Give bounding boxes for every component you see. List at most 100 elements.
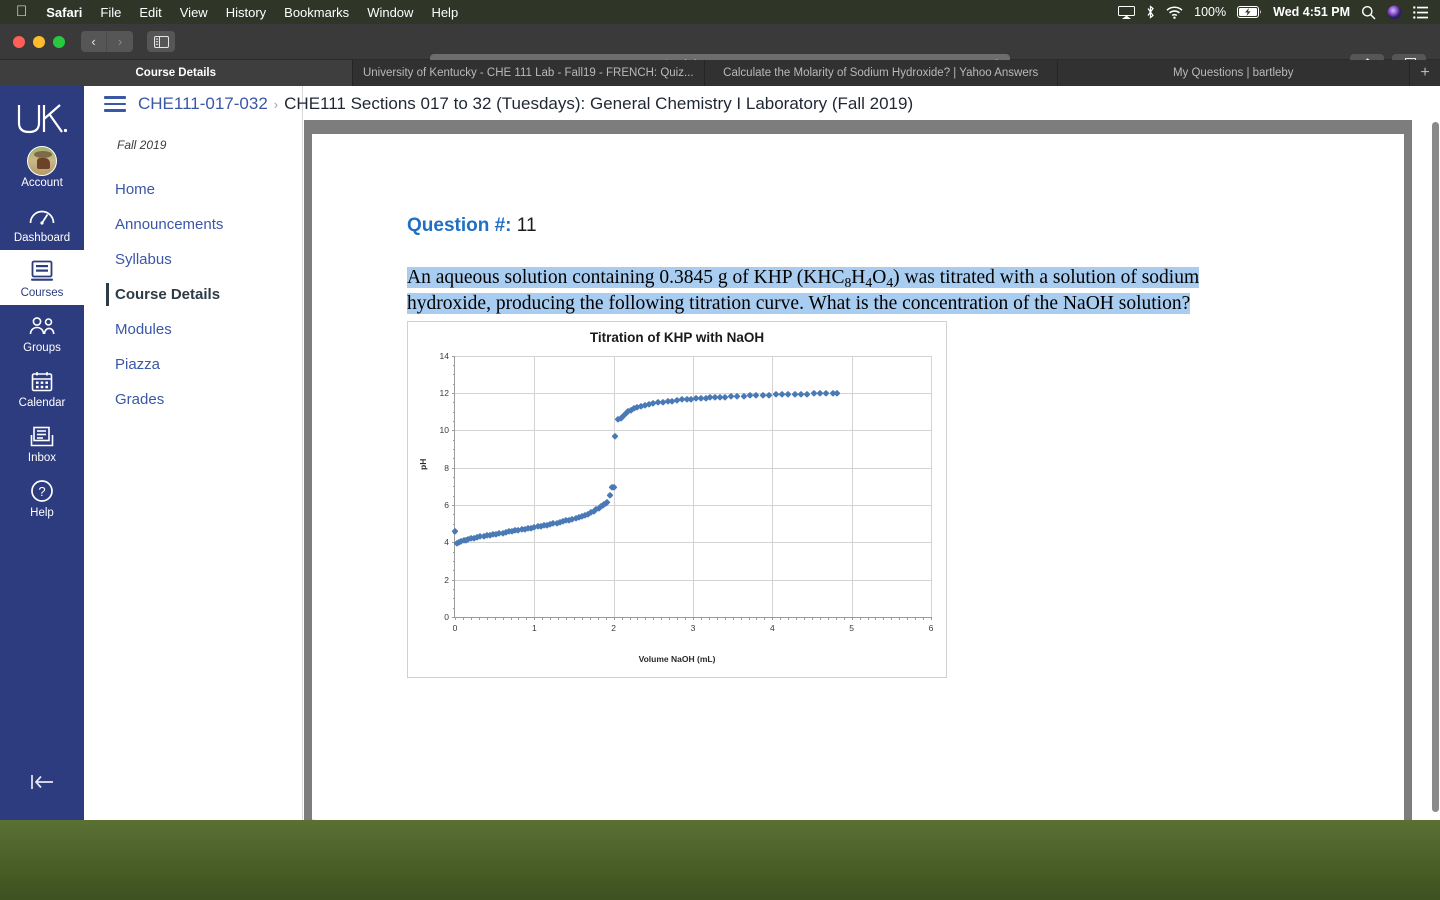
chart-x-minor-tick (558, 616, 560, 620)
chart-y-minor-tick (453, 514, 455, 516)
sidebar-item-inbox[interactable]: Inbox (0, 415, 84, 470)
uk-logo[interactable] (16, 100, 68, 140)
sidebar-item-account[interactable]: Account (0, 140, 84, 195)
chart-x-minor-tick (883, 616, 885, 620)
search-icon[interactable] (1361, 5, 1376, 20)
chart-y-minor-tick (453, 570, 455, 572)
menu-bookmarks[interactable]: Bookmarks (275, 5, 358, 20)
breadcrumb-course-link[interactable]: CHE111-017-032 (138, 94, 268, 114)
minimize-window-button[interactable] (33, 35, 45, 48)
chart-data-point (604, 498, 611, 505)
chart-x-minor-tick (859, 616, 861, 620)
course-nav-course-details[interactable]: Course Details (84, 277, 302, 312)
chart-y-minor-tick (453, 365, 455, 367)
chart-x-minor-tick (645, 616, 647, 620)
course-nav-syllabus[interactable]: Syllabus (84, 242, 302, 277)
chart-y-minor-tick (453, 374, 455, 376)
groups-icon (28, 313, 56, 339)
bluetooth-icon[interactable] (1146, 5, 1155, 19)
question-label: Question #: (407, 215, 512, 236)
forward-icon[interactable]: › (107, 31, 133, 52)
chart-x-minor-tick (550, 616, 552, 620)
course-nav-home[interactable]: Home (84, 172, 302, 207)
maximize-window-button[interactable] (53, 35, 65, 48)
sidebar-item-groups[interactable]: Groups (0, 305, 84, 360)
chart-x-tick-label: 2 (611, 622, 617, 633)
breadcrumb-separator-icon: › (273, 96, 279, 112)
chart-x-tick-label: 0 (452, 622, 458, 633)
chart-y-tick-label: 6 (444, 499, 449, 510)
chart-x-minor-tick (470, 616, 472, 620)
chart-x-tick-label: 5 (849, 622, 855, 633)
embedded-document-viewer: Question #: 11 An aqueous solution conta… (306, 120, 1412, 820)
breadcrumb-row: CHE111-017-032 › CHE111 Sections 017 to … (104, 94, 913, 114)
chart-x-minor-tick (756, 616, 758, 620)
nav-buttons: ‹ › (81, 31, 133, 52)
chart-x-minor-tick (843, 616, 845, 620)
tab-bartleby[interactable]: My Questions | bartleby (1058, 60, 1410, 86)
course-nav-grades[interactable]: Grades (84, 382, 302, 417)
chart-x-minor-tick (788, 616, 790, 620)
tab-yahoo-answers[interactable]: Calculate the Molarity of Sodium Hydroxi… (705, 60, 1058, 86)
chart-x-minor-tick (455, 616, 456, 620)
canvas-page: Account Dashboard Courses Groups Calenda (0, 86, 1440, 820)
chart-x-axis-label: Volume NaOH (mL) (638, 653, 716, 664)
menu-clock[interactable]: Wed 4:51 PM (1273, 5, 1350, 19)
chart-y-tick-mark (452, 430, 455, 432)
macos-menu-bar:  Safari File Edit View History Bookmark… (0, 0, 1440, 24)
chart-data-point (810, 390, 817, 397)
airplay-icon[interactable] (1118, 5, 1136, 19)
apple-menu-icon[interactable]:  (8, 4, 37, 21)
menu-view[interactable]: View (171, 5, 217, 20)
chart-x-minor-tick (621, 616, 623, 620)
dashboard-icon (29, 203, 55, 229)
control-center-list-icon[interactable] (1413, 5, 1428, 19)
chart-x-minor-tick (827, 616, 829, 620)
battery-charging-icon[interactable] (1237, 6, 1262, 18)
chart-vgridline (534, 355, 536, 617)
tab-uk-che111-quiz[interactable]: University of Kentucky - CHE 111 Lab - F… (353, 60, 705, 86)
viewer-top-band (304, 120, 1412, 134)
chart-x-minor-tick (693, 616, 694, 620)
course-nav-modules[interactable]: Modules (84, 312, 302, 347)
vertical-scrollbar-thumb[interactable] (1432, 122, 1439, 812)
sidebar-item-courses[interactable]: Courses (0, 250, 84, 305)
tab-course-details[interactable]: Course Details (0, 60, 353, 86)
svg-text:?: ? (38, 484, 45, 499)
hamburger-icon[interactable] (104, 96, 126, 112)
menu-safari[interactable]: Safari (37, 5, 91, 20)
menu-history[interactable]: History (217, 5, 275, 20)
chart-y-minor-tick (453, 383, 455, 385)
menu-help[interactable]: Help (422, 5, 467, 20)
chart-x-minor-tick (597, 616, 599, 620)
chart-y-minor-tick (453, 551, 455, 553)
course-nav-announcements[interactable]: Announcements (84, 207, 302, 242)
chart-x-tick-label: 4 (769, 622, 775, 633)
menu-edit[interactable]: Edit (130, 5, 170, 20)
question-sub-4b: 4 (886, 274, 894, 290)
chart-y-minor-tick (453, 439, 455, 441)
chart-x-minor-tick (574, 616, 575, 620)
chart-x-minor-tick (700, 616, 702, 620)
menu-window[interactable]: Window (358, 5, 422, 20)
content-area: Question #: 11 An aqueous solution conta… (304, 86, 1440, 820)
new-tab-button[interactable]: + (1410, 60, 1440, 86)
chart-data-point (721, 393, 728, 400)
sidebar-icon[interactable] (147, 31, 175, 52)
sidebar-item-label-groups: Groups (23, 342, 61, 354)
sidebar-item-help[interactable]: ? Help (0, 470, 84, 525)
chart-x-tick-label: 1 (531, 622, 537, 633)
collapse-left-icon[interactable] (27, 772, 57, 798)
close-window-button[interactable] (13, 35, 25, 48)
question-heading: Question #: 11 (407, 215, 1407, 237)
sidebar-item-calendar[interactable]: Calendar (0, 360, 84, 415)
menu-file[interactable]: File (91, 5, 130, 20)
sidebar-item-dashboard[interactable]: Dashboard (0, 195, 84, 250)
chart-title: Titration of KHP with NaOH (589, 329, 765, 345)
wifi-icon[interactable] (1166, 5, 1183, 19)
back-icon[interactable]: ‹ (81, 31, 107, 52)
chart-x-minor-tick (772, 616, 774, 620)
course-nav-piazza[interactable]: Piazza (84, 347, 302, 382)
siri-icon[interactable] (1387, 5, 1402, 20)
chart-x-minor-tick (867, 616, 869, 620)
